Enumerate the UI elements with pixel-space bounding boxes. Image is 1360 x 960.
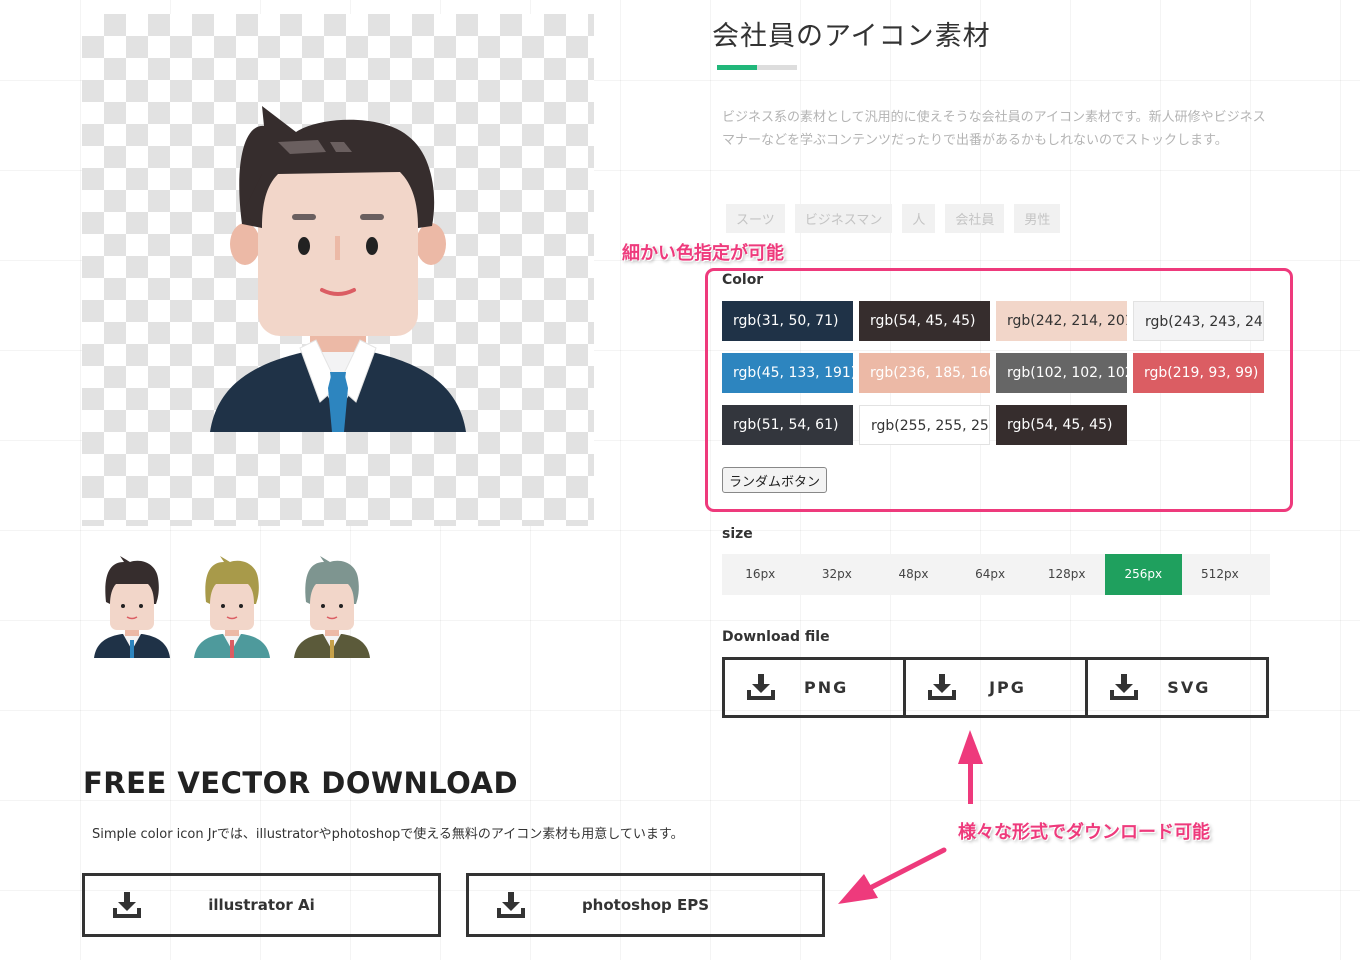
- tag[interactable]: スーツ: [726, 204, 785, 233]
- businessman-icon: [210, 106, 466, 432]
- annotation-format: 様々な形式でダウンロード可能: [958, 822, 1210, 843]
- download-format-label: SVG: [1167, 678, 1211, 697]
- thumbnail-blonde-hair[interactable]: [190, 552, 274, 658]
- color-swatch[interactable]: rgb(255, 255, 255): [859, 405, 990, 445]
- thumbnail-gray-hair[interactable]: [290, 552, 374, 658]
- download-icon: [926, 674, 958, 706]
- thumbnail-dark-hair[interactable]: [90, 552, 174, 658]
- size-option[interactable]: 512px: [1182, 554, 1259, 595]
- description: ビジネス系の素材として汎用的に使えそうな会社員のアイコン素材です。新人研修やビジ…: [722, 110, 1266, 148]
- download-png-button[interactable]: PNG: [725, 660, 907, 715]
- download-format-label: JPG: [989, 678, 1026, 697]
- color-swatch[interactable]: rgb(54, 45, 45): [996, 405, 1127, 445]
- color-swatch[interactable]: rgb(51, 54, 61): [722, 405, 853, 445]
- icon-preview: [82, 14, 594, 526]
- tag[interactable]: 会社員: [945, 204, 1005, 233]
- download-label: Download file: [722, 629, 830, 645]
- color-swatch[interactable]: rgb(242, 214, 201): [996, 301, 1127, 341]
- size-option[interactable]: 64px: [952, 554, 1029, 595]
- color-swatch[interactable]: rgb(45, 133, 191): [722, 353, 853, 393]
- size-option[interactable]: 32px: [799, 554, 876, 595]
- size-option[interactable]: 128px: [1028, 554, 1105, 595]
- illustrator-download-button[interactable]: illustrator Ai: [82, 873, 441, 937]
- tag[interactable]: 男性: [1014, 204, 1061, 233]
- arrow-to-vector-downloads: [838, 847, 947, 904]
- size-option[interactable]: 16px: [722, 554, 799, 595]
- tag[interactable]: 人: [902, 204, 936, 233]
- color-swatch[interactable]: rgb(31, 50, 71): [722, 301, 853, 341]
- color-swatch[interactable]: rgb(219, 93, 99): [1133, 353, 1264, 393]
- download-format-row: PNG JPG SVG: [722, 657, 1269, 718]
- photoshop-download-label: photoshop EPS: [581, 896, 710, 914]
- random-button[interactable]: ランダムボタン: [722, 467, 828, 493]
- download-icon: [1108, 674, 1140, 706]
- tag-list: スーツ ビジネスマン 人 会社員 男性: [726, 204, 1061, 233]
- size-option[interactable]: 48px: [875, 554, 952, 595]
- annotation-color: 細かい色指定が可能: [622, 243, 784, 264]
- download-svg-button[interactable]: SVG: [1088, 660, 1266, 715]
- title-underline-accent: [717, 65, 757, 70]
- color-swatch[interactable]: rgb(236, 185, 166): [859, 353, 990, 393]
- color-swatch[interactable]: rgb(102, 102, 102): [996, 353, 1127, 393]
- size-label: size: [722, 526, 753, 542]
- size-option[interactable]: 256px: [1104, 554, 1182, 595]
- download-icon: [745, 674, 777, 706]
- color-swatch[interactable]: rgb(54, 45, 45): [859, 301, 990, 341]
- photoshop-download-button[interactable]: photoshop EPS: [466, 873, 825, 937]
- download-jpg-button[interactable]: JPG: [906, 660, 1088, 715]
- vector-section-title: FREE VECTOR DOWNLOAD: [83, 766, 519, 800]
- color-label: Color: [722, 272, 764, 288]
- color-swatch[interactable]: rgb(243, 243, 244): [1133, 301, 1264, 341]
- page-title: 会社員のアイコン素材: [712, 21, 991, 52]
- size-selector: 16px 32px 48px 64px 128px 256px 512px: [722, 554, 1270, 595]
- illustrator-download-label: illustrator Ai: [208, 896, 315, 914]
- tag[interactable]: ビジネスマン: [794, 204, 893, 233]
- vector-section-description: Simple color icon Jrでは、illustratorやphoto…: [92, 827, 684, 842]
- download-format-label: PNG: [804, 678, 849, 697]
- arrow-up-to-downloads: [958, 730, 983, 804]
